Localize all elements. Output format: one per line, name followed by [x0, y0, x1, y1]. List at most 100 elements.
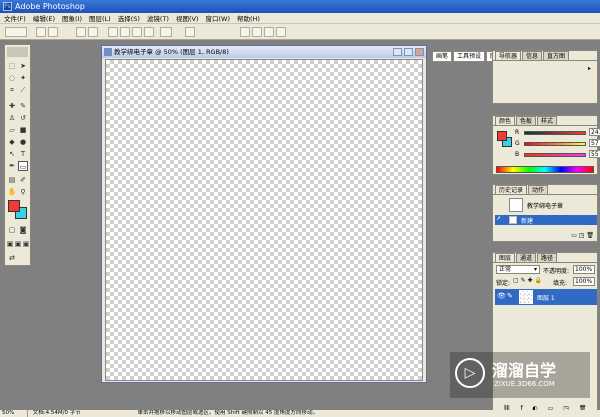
crop-tool-icon[interactable]: ⌗ — [7, 85, 17, 95]
layer-name: 图层 1 — [537, 295, 555, 302]
layers-tabs: 图层 通道 路径 — [493, 253, 597, 263]
document-title-bar[interactable]: 教学绑电子章 @ 50% (图层 1, RGB/8) — [102, 46, 426, 58]
path-select-icon[interactable]: ↖ — [7, 149, 17, 159]
screen-mode-full-icon[interactable]: ▣ — [21, 239, 31, 249]
shape-mode-subtract[interactable] — [252, 27, 262, 37]
document-size[interactable]: 文档:4.54M/0 字节 — [30, 410, 130, 417]
play-logo-icon: ▷ — [455, 358, 485, 388]
menu-bar: 文件(F) 编辑(E) 图象(I) 图层(L) 选择(S) 滤镜(T) 视图(V… — [0, 13, 600, 24]
color-panel: 颜色 色板 样式 R 241 G 57 B 55 — [492, 115, 600, 175]
menu-window[interactable]: 窗口(W) — [205, 13, 230, 23]
opacity-input[interactable]: 100% — [573, 265, 595, 274]
green-slider[interactable]: G 57 — [515, 139, 600, 147]
blue-value[interactable]: 55 — [589, 150, 600, 158]
shape-mode-intersect[interactable] — [264, 27, 274, 37]
move-tool-icon[interactable]: ➤ — [18, 61, 28, 71]
add-selection-button[interactable] — [48, 27, 58, 37]
tab-info[interactable]: 信息 — [522, 51, 543, 60]
blur-tool-icon[interactable]: ◆ — [7, 137, 17, 147]
transparent-canvas[interactable] — [105, 59, 423, 381]
notes-tool-icon[interactable]: ▤ — [7, 175, 17, 185]
custom-shape-option[interactable] — [160, 27, 172, 37]
menu-file[interactable]: 文件(F) — [4, 13, 26, 23]
color-fg-swatch[interactable] — [497, 131, 507, 141]
eraser-tool-icon[interactable]: ▱ — [7, 125, 17, 135]
color-tabs: 颜色 色板 样式 — [493, 116, 597, 126]
pen-tool-icon[interactable]: ✒ — [7, 161, 17, 171]
layer-row[interactable]: 👁 ✎ 图层 1 — [495, 289, 597, 305]
panel-menu-icon[interactable]: ▸ — [588, 65, 594, 72]
rounded-rect-option[interactable] — [120, 27, 130, 37]
brush-option[interactable] — [88, 27, 98, 37]
tab-channels[interactable]: 通道 — [516, 253, 537, 262]
tab-layers[interactable]: 图层 — [495, 253, 516, 262]
line-option[interactable] — [144, 27, 154, 37]
minimize-button[interactable] — [393, 48, 402, 56]
history-brush-source-icon[interactable]: ➚ — [496, 215, 501, 222]
hand-tool-icon[interactable]: ✋ — [7, 187, 17, 197]
tab-swatches[interactable]: 色板 — [516, 116, 537, 125]
tab-navigator[interactable]: 导航器 — [495, 51, 522, 60]
palette-well-tool-presets[interactable]: 工具预设 — [453, 51, 486, 62]
menu-filter[interactable]: 滤镜(T) — [147, 13, 169, 23]
magic-wand-icon[interactable]: ✦ — [18, 73, 28, 83]
tab-history[interactable]: 历史记录 — [495, 185, 528, 194]
shape-mode-exclude[interactable] — [276, 27, 286, 37]
rect-shape-option[interactable] — [108, 27, 118, 37]
history-snapshot-row[interactable]: 教学绑电子章 — [495, 197, 597, 213]
zoom-tool-icon[interactable]: ⚲ — [18, 187, 28, 197]
palette-well-brushes[interactable]: 画笔 — [432, 51, 453, 62]
clone-stamp-icon[interactable]: ♙ — [7, 113, 17, 123]
shape-mode-add[interactable] — [240, 27, 250, 37]
ellipse-option[interactable] — [132, 27, 142, 37]
options-bar: 画笔 工具预设 图层复合 — [0, 24, 600, 62]
combine-option[interactable] — [185, 27, 195, 37]
maximize-button[interactable] — [404, 48, 413, 56]
green-value[interactable]: 57 — [589, 139, 600, 147]
menu-edit[interactable]: 编辑(E) — [33, 13, 55, 23]
dodge-tool-icon[interactable]: ● — [18, 137, 28, 147]
shape-tool-icon[interactable]: ▭ — [18, 161, 28, 171]
tab-color[interactable]: 颜色 — [495, 116, 516, 125]
menu-help[interactable]: 帮助(H) — [237, 13, 260, 23]
blend-mode-select[interactable]: 正常 ▾ — [496, 265, 540, 274]
menu-select[interactable]: 选择(S) — [118, 13, 140, 23]
color-spectrum-ramp[interactable] — [496, 166, 594, 173]
gradient-tool-icon[interactable]: ■ — [18, 125, 28, 135]
history-tabs: 历史记录 动作 — [493, 185, 597, 195]
new-selection-button[interactable] — [36, 27, 46, 37]
tab-paths[interactable]: 路径 — [537, 253, 558, 262]
history-footer-icons[interactable]: ▭ ◳ 🗑 — [554, 232, 594, 239]
quick-mask-icon[interactable]: ◙ — [18, 225, 28, 235]
lock-icons[interactable]: ▢ ✎ ✚ 🔒 — [513, 277, 543, 285]
visibility-eye-icon[interactable]: 👁 — [497, 292, 506, 300]
red-value[interactable]: 241 — [589, 128, 600, 136]
tab-histogram[interactable]: 直方图 — [543, 51, 570, 60]
eyedropper-icon[interactable]: ✐ — [18, 175, 28, 185]
foreground-color-swatch[interactable] — [8, 200, 20, 212]
menu-layer[interactable]: 图层(L) — [89, 13, 111, 23]
blue-slider[interactable]: B 55 — [515, 150, 600, 158]
marquee-tool-icon[interactable]: ⬚ — [7, 61, 17, 71]
type-tool-icon[interactable]: T — [18, 149, 28, 159]
tab-styles[interactable]: 样式 — [537, 116, 558, 125]
close-button[interactable] — [415, 48, 424, 56]
jump-to-imageready-icon[interactable]: ⇄ — [7, 253, 17, 263]
tool-preset-picker[interactable] — [5, 27, 27, 37]
fill-input[interactable]: 100% — [573, 277, 595, 286]
lasso-tool-icon[interactable]: ◌ — [7, 73, 17, 83]
feather-logo-icon[interactable] — [7, 47, 28, 57]
move-tool-option[interactable] — [76, 27, 86, 37]
menu-view[interactable]: 视图(V) — [176, 13, 199, 23]
slice-tool-icon[interactable]: ⟋ — [18, 85, 28, 95]
tab-actions[interactable]: 动作 — [528, 185, 549, 194]
healing-brush-icon[interactable]: ✚ — [7, 101, 17, 111]
standard-mode-icon[interactable]: ▢ — [7, 225, 17, 235]
history-state-row[interactable]: ➚ 新建 — [495, 215, 597, 225]
opacity-label: 不透明度: — [543, 268, 570, 275]
menu-image[interactable]: 图象(I) — [62, 13, 82, 23]
brush-tool-icon[interactable]: ✎ — [18, 101, 28, 111]
history-brush-icon[interactable]: ↺ — [18, 113, 28, 123]
red-slider[interactable]: R 241 — [515, 128, 600, 136]
zoom-level[interactable]: 50% — [0, 410, 28, 417]
